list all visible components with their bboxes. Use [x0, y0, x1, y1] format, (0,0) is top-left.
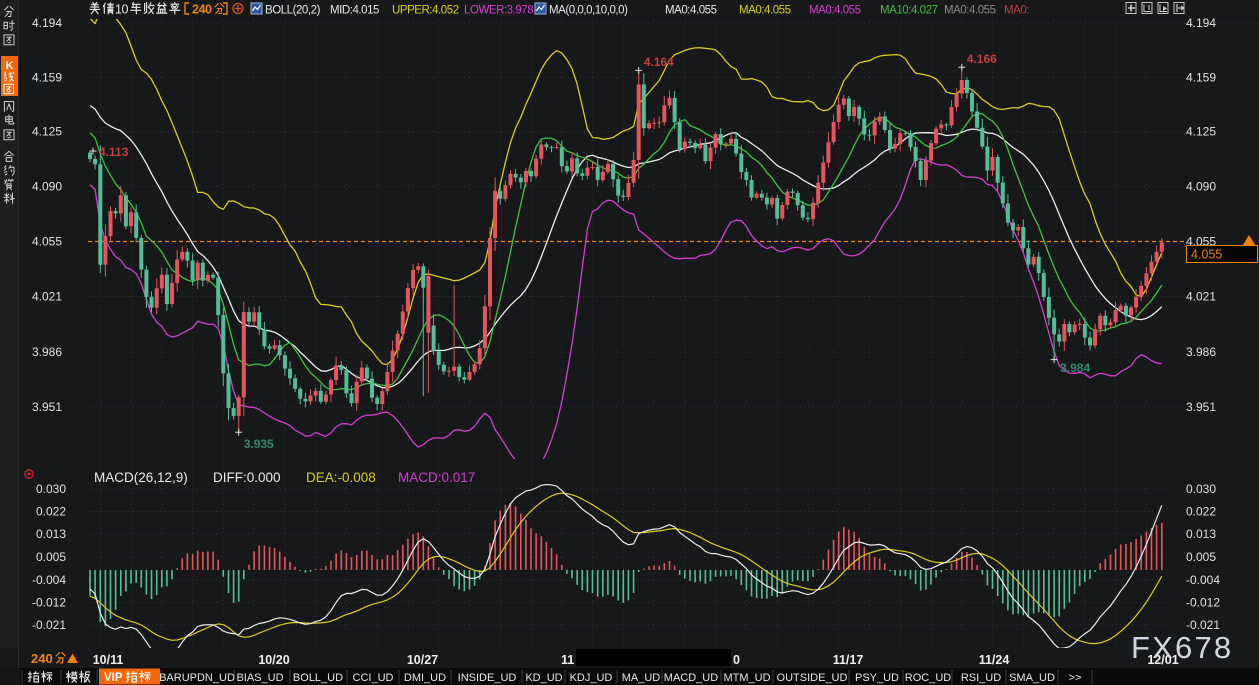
- svg-text:4.090: 4.090: [32, 180, 62, 194]
- svg-text:4.125: 4.125: [32, 125, 62, 139]
- svg-text:-0.004: -0.004: [32, 573, 66, 587]
- svg-text:CCI_UD: CCI_UD: [353, 672, 394, 684]
- svg-text:4.194: 4.194: [32, 16, 62, 30]
- svg-text:0.005: 0.005: [36, 550, 66, 564]
- svg-text:RSI_UD: RSI_UD: [961, 672, 1001, 684]
- svg-text:BOLL(20,2): BOLL(20,2): [265, 5, 321, 17]
- svg-text:FX678: FX678: [1131, 630, 1233, 665]
- svg-text:4.055: 4.055: [1191, 248, 1222, 262]
- svg-text:OUTSIDE_UD: OUTSIDE_UD: [777, 672, 848, 684]
- svg-text:0.005: 0.005: [1186, 550, 1216, 564]
- svg-text:MA0:4.055: MA0:4.055: [944, 5, 996, 17]
- svg-text:MA0:4.055: MA0:4.055: [809, 5, 861, 17]
- svg-text:KDJ_UD: KDJ_UD: [570, 672, 613, 684]
- svg-text:10/27: 10/27: [407, 653, 438, 667]
- svg-text:0.030: 0.030: [36, 482, 66, 496]
- svg-text:0: 0: [733, 653, 740, 667]
- svg-text:-0.012: -0.012: [1186, 596, 1220, 610]
- svg-text:3.986: 3.986: [32, 345, 62, 359]
- svg-text:4.090: 4.090: [1186, 180, 1216, 194]
- svg-text:BIAS_UD: BIAS_UD: [236, 672, 283, 684]
- svg-text:-0.012: -0.012: [32, 596, 66, 610]
- svg-text:MA_UD: MA_UD: [622, 672, 661, 684]
- svg-text:0.013: 0.013: [36, 527, 66, 541]
- svg-text:4.159: 4.159: [32, 71, 62, 85]
- svg-text:BOLL_UD: BOLL_UD: [293, 672, 343, 684]
- svg-text:4.166: 4.166: [967, 52, 997, 66]
- svg-text:PSY_UD: PSY_UD: [855, 672, 899, 684]
- svg-text:240: 240: [192, 3, 212, 17]
- svg-text:MTM_UD: MTM_UD: [723, 672, 770, 684]
- svg-text:MA0:4.055: MA0:4.055: [739, 5, 791, 17]
- svg-text:MA(0,0,0,10,0,0): MA(0,0,0,10,0,0): [549, 5, 628, 17]
- svg-text:LOWER:3.978: LOWER:3.978: [464, 5, 533, 17]
- svg-text:VIP: VIP: [104, 672, 123, 684]
- svg-text:4.021: 4.021: [32, 290, 62, 304]
- svg-text:SMA_UD: SMA_UD: [1009, 672, 1055, 684]
- svg-text:11/17: 11/17: [833, 653, 864, 667]
- svg-text:3.951: 3.951: [1186, 400, 1216, 414]
- svg-text:K: K: [6, 60, 14, 72]
- svg-text:MACD_UD: MACD_UD: [664, 672, 718, 684]
- svg-text:>>: >>: [1069, 672, 1082, 684]
- svg-text:4.194: 4.194: [1186, 16, 1216, 30]
- svg-text:11: 11: [561, 653, 574, 667]
- svg-text:-0.021: -0.021: [32, 618, 66, 632]
- svg-text:MA0:: MA0:: [1004, 5, 1029, 17]
- svg-text:INSIDE_UD: INSIDE_UD: [458, 672, 517, 684]
- svg-text:4.021: 4.021: [1186, 290, 1216, 304]
- svg-text:10: 10: [115, 3, 129, 17]
- svg-text:DIFF:0.000: DIFF:0.000: [213, 470, 281, 485]
- svg-text:3.986: 3.986: [1186, 345, 1216, 359]
- svg-text:4.113: 4.113: [99, 145, 129, 159]
- svg-text:10/20: 10/20: [258, 653, 289, 667]
- svg-text:3.951: 3.951: [32, 400, 62, 414]
- svg-text:DMI_UD: DMI_UD: [404, 672, 446, 684]
- svg-text:10/11: 10/11: [93, 653, 124, 667]
- svg-text:-0.004: -0.004: [1186, 573, 1220, 587]
- svg-text:MACD(26,12,9): MACD(26,12,9): [94, 470, 188, 485]
- svg-text:0.013: 0.013: [1186, 527, 1216, 541]
- svg-text:MA0:4.055: MA0:4.055: [665, 5, 717, 17]
- svg-text:3.935: 3.935: [244, 437, 274, 451]
- svg-text:0.022: 0.022: [1186, 505, 1216, 519]
- svg-text:BARUPDN_UD: BARUPDN_UD: [159, 672, 235, 684]
- svg-text:3.984: 3.984: [1060, 361, 1090, 375]
- svg-text:240: 240: [31, 651, 53, 666]
- svg-text:4.055: 4.055: [32, 235, 62, 249]
- svg-text:4.164: 4.164: [644, 55, 674, 69]
- svg-text:ROC_UD: ROC_UD: [905, 672, 952, 684]
- svg-text:4.159: 4.159: [1186, 71, 1216, 85]
- svg-text:4.125: 4.125: [1186, 125, 1216, 139]
- svg-text:MID:4.015: MID:4.015: [330, 5, 379, 17]
- svg-text:UPPER:4.052: UPPER:4.052: [392, 5, 459, 17]
- svg-text:DEA:-0.008: DEA:-0.008: [306, 470, 376, 485]
- svg-text:0.022: 0.022: [36, 505, 66, 519]
- svg-text:MACD:0.017: MACD:0.017: [398, 470, 475, 485]
- svg-text:MA10:4.027: MA10:4.027: [880, 5, 938, 17]
- svg-text:11/24: 11/24: [979, 653, 1010, 667]
- svg-text:0.030: 0.030: [1186, 482, 1216, 496]
- svg-text:KD_UD: KD_UD: [525, 672, 562, 684]
